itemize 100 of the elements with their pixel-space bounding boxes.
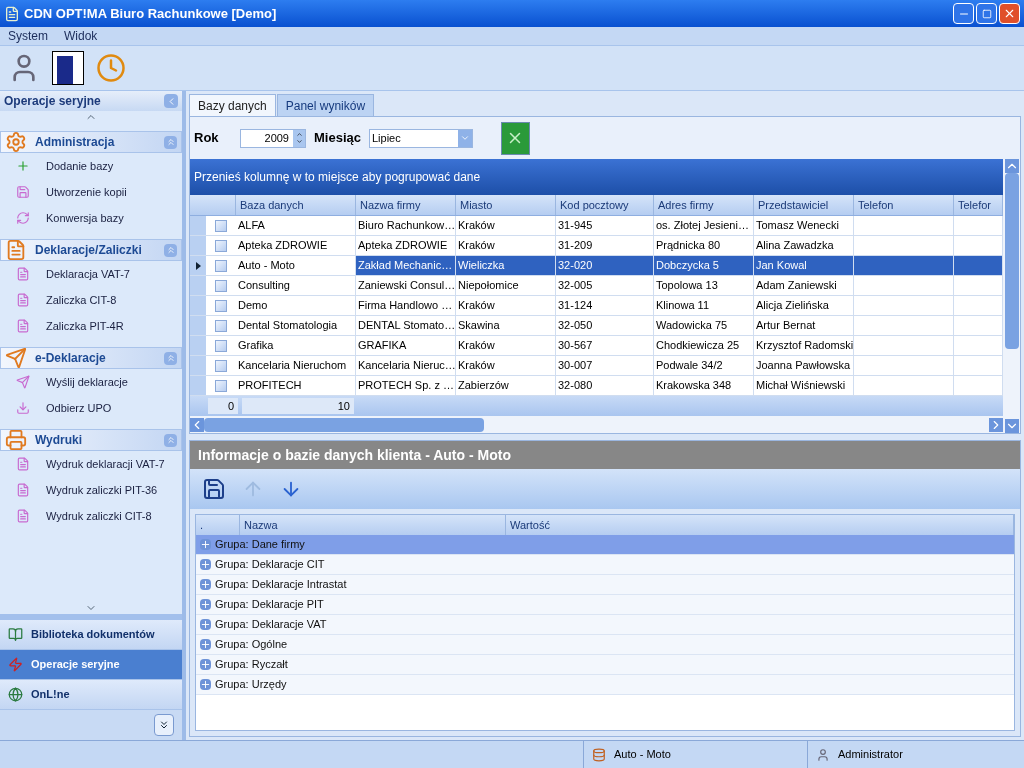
grid-row[interactable]: ALFA Biuro Rachunkow… Kraków 31-945 os. Złotej Jesieni… Tomasz Wenecki (190, 216, 1003, 236)
group-row[interactable]: Grupa: Urzędy (196, 675, 1014, 695)
section-toggle-icon[interactable] (164, 351, 177, 365)
section-header[interactable]: Deklaracje/Zaliczki (0, 239, 182, 261)
row-checkbox[interactable] (215, 379, 227, 392)
group-row[interactable]: Grupa: Ogólne (196, 635, 1014, 655)
section-header[interactable]: Administracja (0, 131, 182, 153)
vertical-scrollbar[interactable] (1003, 159, 1020, 433)
grid-row[interactable]: Demo Firma Handlowo … Kraków 31-124 Klinowa 11 Alicja Zielińska (190, 296, 1003, 316)
table-cell: Kancelaria Nieruc… (356, 356, 456, 375)
row-indicator[interactable] (190, 256, 206, 275)
sidebar-item[interactable]: Deklaracja VAT-7 (46, 265, 130, 283)
grid-row[interactable]: Grafika GRAFIKA Kraków 30-567 Chodkiewicza 25 Krzysztof Radomski (190, 336, 1003, 356)
table-cell: Jan Kowal (754, 256, 854, 275)
nav-button[interactable]: Operacje seryjne (0, 650, 182, 680)
sidebar-item[interactable]: Odbierz UPO (46, 399, 112, 417)
spin-arrows-icon[interactable] (293, 129, 305, 147)
expand-icon[interactable] (200, 619, 211, 630)
table-cell: Artur Bernat (754, 316, 854, 335)
export-button[interactable] (501, 121, 530, 155)
close-button[interactable] (999, 3, 1020, 24)
grid-row[interactable]: Consulting Zaniewski Consul… Niepołomice 32-005 Topolowa 13 Adam Zaniewski (190, 276, 1003, 296)
column-header[interactable]: Adres firmy (654, 195, 754, 215)
column-header[interactable]: Przedstawiciel (754, 195, 854, 215)
sidebar-item[interactable]: Wydruk zaliczki CIT-8 (46, 507, 152, 525)
column-header[interactable]: Baza danych (236, 195, 356, 215)
table-cell: Skawina (456, 316, 556, 335)
column-header[interactable]: Nazwa firmy (356, 195, 456, 215)
more-button[interactable] (154, 714, 174, 736)
grid-row[interactable]: Auto - Moto Zakład Mechanic… Wieliczka 32-020 Dobczycka 5 Jan Kowal (190, 256, 1003, 276)
scroll-thumb[interactable] (204, 417, 484, 432)
section-header[interactable]: Wydruki (0, 429, 182, 451)
table-cell: Chodkiewicza 25 (654, 336, 754, 355)
expand-icon[interactable] (200, 579, 211, 590)
row-checkbox[interactable] (215, 259, 227, 272)
collapse-button[interactable] (164, 94, 178, 108)
restore-button[interactable] (976, 3, 997, 24)
group-row[interactable]: Grupa: Deklaracje VAT (196, 615, 1014, 635)
section-toggle-icon[interactable] (164, 433, 177, 447)
sidebar-item[interactable]: Dodanie bazy (46, 157, 114, 175)
year-label: Rok (194, 129, 220, 148)
group-row[interactable]: Grupa: Deklaracje CIT (196, 555, 1014, 575)
row-checkbox[interactable] (215, 339, 227, 352)
grid-row[interactable]: Dental Stomatologia DENTAL Stomato… Skawina 32-050 Wadowicka 75 Artur Bernat (190, 316, 1003, 336)
horizontal-scrollbar[interactable] (190, 416, 1003, 433)
column-header[interactable]: Telefon (854, 195, 954, 215)
scroll-left-icon[interactable] (190, 417, 204, 432)
menu-item[interactable]: Widok (64, 27, 98, 45)
section-header[interactable]: e-Deklaracje (0, 347, 182, 369)
section-title: Wydruki (35, 432, 83, 449)
expand-icon[interactable] (200, 659, 211, 670)
menu-item[interactable]: System (8, 27, 48, 45)
scroll-down-icon[interactable] (1004, 419, 1019, 433)
table-cell: Apteka ZDROWIE (356, 236, 456, 255)
row-checkbox[interactable] (215, 359, 227, 372)
sidebar-item[interactable]: Konwersja bazy (46, 209, 124, 227)
group-row[interactable]: Grupa: Dane firmy (196, 535, 1014, 555)
item-icon (16, 159, 30, 173)
table-cell: DENTAL Stomato… (356, 316, 456, 335)
expand-icon[interactable] (200, 599, 211, 610)
section-toggle-icon[interactable] (164, 135, 177, 149)
grid-row[interactable]: Kancelaria Nieruchom Kancelaria Nieruc… Kraków 30-007 Podwale 34/2 Joanna Pawłowska (190, 356, 1003, 376)
column-header[interactable]: Kod pocztowy (556, 195, 654, 215)
sidebar-item[interactable]: Wydruk zaliczki PIT-36 (46, 481, 158, 499)
scroll-right-icon[interactable] (989, 417, 1003, 432)
year-spinner[interactable]: 2009 (240, 128, 306, 148)
group-row[interactable]: Grupa: Deklaracje Intrastat (196, 575, 1014, 595)
scroll-thumb[interactable] (1004, 173, 1019, 349)
table-cell: Kraków (456, 336, 556, 355)
sidebar-item[interactable]: Wydruk deklaracji VAT-7 (46, 455, 165, 473)
row-checkbox[interactable] (215, 299, 227, 312)
tab[interactable]: Panel wyników (276, 94, 375, 116)
clock-icon[interactable] (96, 53, 126, 83)
expand-icon[interactable] (200, 539, 211, 550)
save-icon[interactable] (202, 477, 226, 501)
group-row[interactable]: Grupa: Ryczałt (196, 655, 1014, 675)
sidebar-item[interactable]: Zaliczka CIT-8 (46, 291, 117, 309)
table-cell: Tomasz Wenecki (754, 216, 854, 235)
section-toggle-icon[interactable] (164, 243, 177, 257)
expand-icon[interactable] (200, 559, 211, 570)
item-icon (16, 319, 30, 333)
row-checkbox[interactable] (215, 239, 227, 252)
scroll-up-icon[interactable] (1004, 159, 1019, 173)
sidebar-item[interactable]: Wyślij deklaracje (46, 373, 128, 391)
column-header[interactable]: Miasto (456, 195, 556, 215)
row-checkbox[interactable] (215, 319, 227, 332)
sidebar-item[interactable]: Zaliczka PIT-4R (46, 317, 124, 335)
status-text: Administrator (838, 747, 903, 763)
sidebar-item[interactable]: Utworzenie kopii (46, 183, 127, 201)
row-checkbox[interactable] (215, 279, 227, 292)
month-dropdown[interactable]: Lipiec (369, 128, 473, 148)
group-row[interactable]: Grupa: Deklaracje PIT (196, 595, 1014, 615)
table-cell: 30-567 (556, 336, 654, 355)
minimize-button[interactable] (953, 3, 974, 24)
expand-icon[interactable] (200, 639, 211, 650)
tab[interactable]: Bazy danych (189, 94, 276, 116)
row-checkbox[interactable] (215, 219, 227, 232)
expand-icon[interactable] (200, 679, 211, 690)
table-cell: Alicja Zielińska (754, 296, 854, 315)
table-cell: Niepołomice (456, 276, 556, 295)
